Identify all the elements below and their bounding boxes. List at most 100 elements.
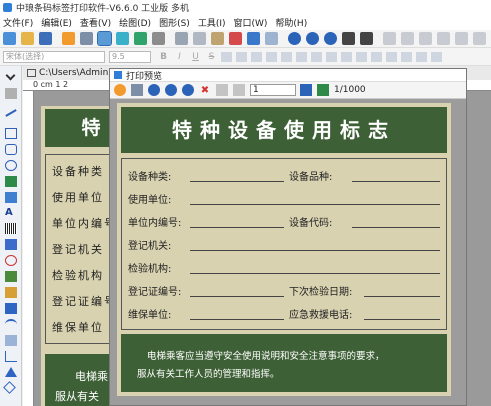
undo-icon[interactable] <box>247 32 260 45</box>
delete-icon[interactable] <box>229 32 242 45</box>
ellipse-tool-icon[interactable] <box>5 160 17 171</box>
preview-settings-icon[interactable] <box>114 84 126 96</box>
line-tool-icon[interactable] <box>5 109 17 117</box>
preview-print-icon[interactable] <box>131 84 143 96</box>
align-right-icon[interactable] <box>419 32 432 45</box>
field-maintenance-unit: 维保单位: <box>128 310 172 321</box>
fill-line <box>352 181 440 182</box>
text-align-left-icon[interactable] <box>221 51 232 62</box>
triangle-tool-icon[interactable] <box>5 367 17 377</box>
fullscreen-icon[interactable] <box>342 32 355 45</box>
settings-icon[interactable] <box>62 32 75 45</box>
paste-icon[interactable] <box>211 32 224 45</box>
line-spacing-icon[interactable] <box>281 51 292 62</box>
preview-zoom-fit-icon[interactable] <box>182 84 194 96</box>
italic-button[interactable]: I <box>173 52 186 62</box>
circle-tool-icon[interactable] <box>5 255 17 266</box>
bold-button[interactable]: B <box>157 52 170 62</box>
canvas-footer-text: 电梯乘 <box>75 370 108 383</box>
database-icon[interactable] <box>116 32 129 45</box>
new-file-icon[interactable] <box>3 32 16 45</box>
menu-window[interactable]: 窗口(W) <box>234 16 268 29</box>
fill-line <box>352 227 440 228</box>
cut-icon[interactable] <box>175 32 188 45</box>
actual-size-icon[interactable] <box>360 32 373 45</box>
field-emergency-phone: 应急救援电话: <box>289 310 353 321</box>
format-toolbar: 宋体(选择) 9.5 B I U S <box>0 48 491 66</box>
curve-tool-icon[interactable] <box>5 303 17 314</box>
page-number-input[interactable]: 1 <box>250 84 296 96</box>
image-tool-icon[interactable] <box>5 176 17 187</box>
rotate-icon[interactable] <box>341 51 352 62</box>
lock-icon[interactable] <box>371 51 382 62</box>
close-preview-icon[interactable]: ✖ <box>199 84 211 96</box>
print-preview-icon[interactable] <box>97 31 112 46</box>
first-page-icon[interactable] <box>216 84 228 96</box>
group-icon[interactable] <box>386 51 397 62</box>
menu-file[interactable]: 文件(F) <box>3 16 33 29</box>
menu-shape[interactable]: 图形(S) <box>159 16 190 29</box>
align-center-icon[interactable] <box>401 32 414 45</box>
preview-zoom-in-icon[interactable] <box>148 84 160 96</box>
align-left-icon[interactable] <box>383 32 396 45</box>
send-back-icon[interactable] <box>431 51 442 62</box>
table-tool-icon[interactable] <box>5 271 17 282</box>
canvas-footer-text: 服从有关 <box>55 390 99 403</box>
diamond-tool-icon[interactable] <box>3 381 16 394</box>
text-justify-icon[interactable] <box>266 51 277 62</box>
rectangle-tool-icon[interactable] <box>5 128 17 139</box>
barcode-icon[interactable] <box>134 32 147 45</box>
prev-page-icon[interactable] <box>233 84 245 96</box>
select-pointer-icon[interactable] <box>5 70 16 81</box>
copy-icon[interactable] <box>193 32 206 45</box>
font-family-select[interactable]: 宋体(选择) <box>3 50 105 63</box>
align-middle-icon[interactable] <box>455 32 468 45</box>
print-icon[interactable] <box>80 32 93 45</box>
text-tool-icon[interactable]: A <box>5 207 17 218</box>
qrcode-tool-icon[interactable] <box>5 239 17 250</box>
menu-draw[interactable]: 绘图(D) <box>119 16 151 29</box>
vertical-text-icon[interactable] <box>311 51 322 62</box>
fill-line <box>190 181 284 182</box>
preview-app-icon <box>114 71 122 79</box>
char-spacing-icon[interactable] <box>296 51 307 62</box>
fill-line <box>190 296 284 297</box>
zoom-in-icon[interactable] <box>288 32 301 45</box>
menu-tools[interactable]: 工具(I) <box>198 16 226 29</box>
zoom-out-icon[interactable] <box>306 32 319 45</box>
save-icon[interactable] <box>39 32 52 45</box>
menu-edit[interactable]: 编辑(E) <box>41 16 72 29</box>
text-align-center-icon[interactable] <box>236 51 247 62</box>
menu-view[interactable]: 查看(V) <box>80 16 111 29</box>
arc-tool-icon[interactable] <box>5 319 17 330</box>
text-wrap-icon[interactable] <box>326 51 337 62</box>
underline-button[interactable]: U <box>189 52 202 62</box>
redo-icon[interactable] <box>265 32 278 45</box>
align-bottom-icon[interactable] <box>473 32 486 45</box>
fill-line <box>190 273 440 274</box>
polyline-tool-icon[interactable] <box>5 351 17 362</box>
open-folder-icon[interactable] <box>21 32 34 45</box>
canvas-row: 设备种类 <box>52 165 104 178</box>
next-page-icon[interactable] <box>300 84 312 96</box>
text-align-right-icon[interactable] <box>251 51 262 62</box>
align-top-icon[interactable] <box>437 32 450 45</box>
preview-zoom-out-icon[interactable] <box>165 84 177 96</box>
ungroup-icon[interactable] <box>401 51 412 62</box>
last-page-icon[interactable] <box>317 84 329 96</box>
document-path: C:\Users\Administ <box>39 68 119 78</box>
menu-help[interactable]: 帮助(H) <box>275 16 307 29</box>
grid-icon[interactable] <box>152 32 165 45</box>
shape-tool-icon[interactable] <box>5 287 17 298</box>
font-size-select[interactable]: 9.5 <box>109 50 151 63</box>
polygon-tool-icon[interactable] <box>5 335 17 346</box>
picture-tool-icon[interactable] <box>5 192 17 203</box>
pan-tool-icon[interactable] <box>5 88 17 99</box>
field-internal-no: 单位内编号: <box>128 218 182 229</box>
barcode-tool-icon[interactable] <box>5 223 17 234</box>
mirror-icon[interactable] <box>356 51 367 62</box>
rounded-rect-tool-icon[interactable] <box>5 144 17 155</box>
strikethrough-button[interactable]: S <box>205 52 218 62</box>
bring-front-icon[interactable] <box>416 51 427 62</box>
zoom-fit-icon[interactable] <box>324 32 337 45</box>
